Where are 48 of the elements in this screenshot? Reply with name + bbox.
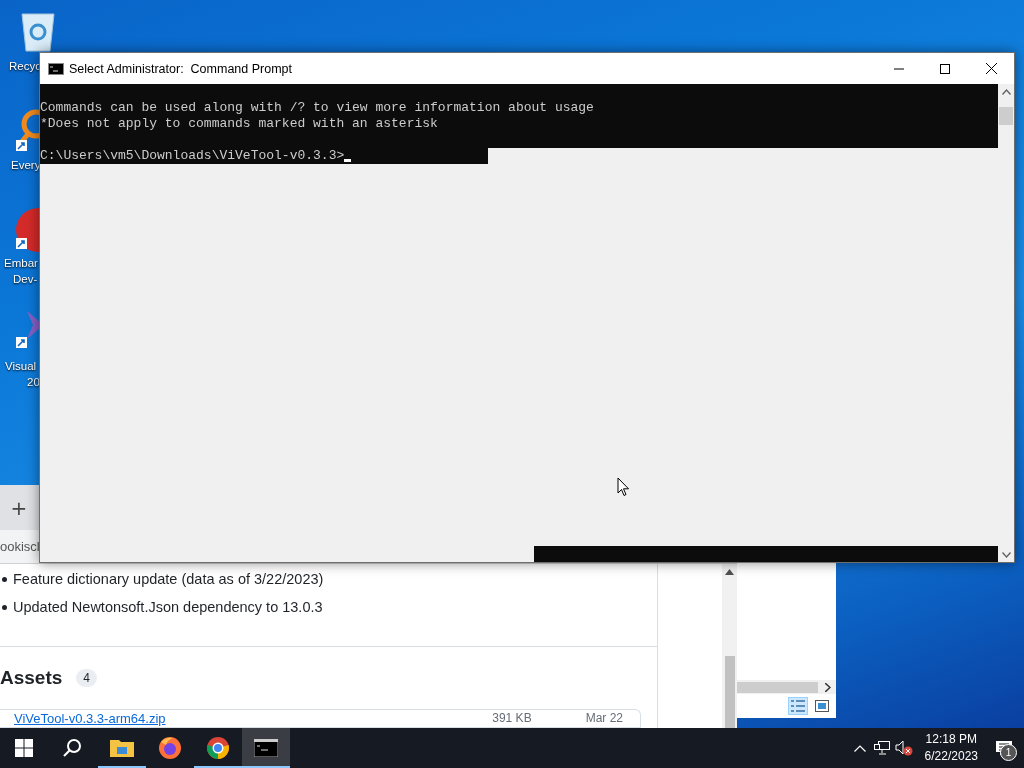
chrome-icon bbox=[206, 736, 230, 760]
assets-heading: Assets bbox=[0, 666, 63, 689]
assets-count: 4 bbox=[76, 668, 97, 687]
scrollbar[interactable] bbox=[998, 84, 1014, 562]
bookmark-text: ookiscl bbox=[0, 539, 40, 554]
scroll-up-icon[interactable] bbox=[1001, 89, 1011, 95]
console-output-line: Commands can be used along with /? to view more information about usage bbox=[40, 100, 595, 116]
release-note: Feature dictionary update (data as of 3/22/2023) bbox=[13, 570, 324, 589]
bullet bbox=[2, 604, 7, 610]
search-icon bbox=[62, 738, 82, 758]
icon-label: Dev- bbox=[13, 272, 38, 287]
icon-label: Embar bbox=[4, 256, 38, 271]
notification-button[interactable]: 1 bbox=[984, 728, 1024, 768]
terminal-icon bbox=[254, 739, 278, 757]
window-title: Select Administrator: Command Prompt bbox=[69, 61, 292, 76]
icon-label: Visual bbox=[5, 359, 37, 374]
scrollbar[interactable] bbox=[722, 564, 737, 728]
thumbnail-view-button[interactable] bbox=[812, 697, 832, 715]
text-cursor bbox=[344, 159, 352, 162]
command-prompt: C:\Users\vm5\Downloads\ViVeTool-v0.3.3> bbox=[40, 148, 345, 164]
icon-label: 20 bbox=[27, 375, 40, 390]
scroll-thumb[interactable] bbox=[999, 107, 1013, 125]
terminal-icon bbox=[48, 62, 64, 75]
scroll-thumb[interactable] bbox=[737, 681, 818, 693]
close-icon bbox=[985, 63, 997, 74]
mouse-pointer-icon bbox=[617, 477, 630, 497]
icon-label: Every bbox=[11, 159, 41, 173]
scroll-right-icon[interactable] bbox=[825, 682, 831, 692]
new-tab-button[interactable]: + bbox=[8, 496, 30, 519]
scroll-thumb[interactable] bbox=[724, 656, 735, 728]
clock[interactable]: 12:18 PM 6/22/2023 bbox=[918, 731, 984, 765]
notification-count: 1 bbox=[1000, 744, 1017, 761]
asset-size: 391 KB bbox=[492, 711, 532, 726]
icon-label: Recyc bbox=[9, 59, 41, 74]
release-note: Updated Newtonsoft.Json dependency to 13.0.3 bbox=[13, 598, 323, 617]
firefox-icon bbox=[158, 736, 182, 760]
scroll-up-icon[interactable] bbox=[725, 569, 734, 575]
bullet bbox=[2, 576, 7, 582]
asset-link[interactable]: ViVeTool-v0.3.3-arm64.zip bbox=[14, 711, 166, 727]
chevron-up-icon bbox=[853, 744, 866, 752]
windows-logo-icon bbox=[15, 739, 33, 757]
console-output-line: *Does not apply to commands marked with an asterisk bbox=[40, 116, 439, 132]
taskbar-button[interactable] bbox=[242, 728, 290, 768]
maximize-icon bbox=[940, 63, 950, 74]
asset-date: Mar 22 bbox=[585, 711, 623, 726]
scroll-down-icon[interactable] bbox=[1001, 552, 1011, 558]
folder-icon bbox=[110, 738, 134, 758]
horizontal-scrollbar[interactable] bbox=[737, 680, 836, 694]
